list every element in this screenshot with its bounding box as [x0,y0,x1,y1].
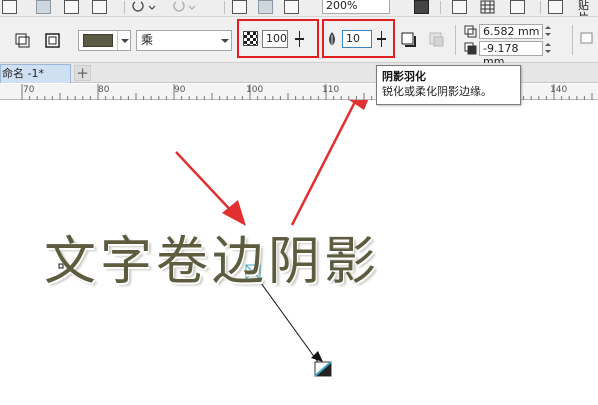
shadow-color-picker[interactable] [78,30,131,51]
redo-icon[interactable] [172,0,196,14]
document-tab[interactable]: 命名 -1* [0,64,71,83]
undo-icon[interactable] [132,0,156,14]
slider-icon[interactable] [377,31,387,47]
ruler-label: 140 [550,85,568,95]
position-x-field[interactable]: 6.582 mm [479,24,543,39]
shadow-color-swatch [83,34,113,47]
launcher-icon[interactable] [548,0,563,14]
tooltip-description: 锐化或柔化阴影边缘。 [382,85,492,98]
ruler-label: 110 [322,85,340,95]
toolbar-divider [540,1,541,14]
combine-icon[interactable] [92,0,107,14]
snap-icon[interactable] [452,0,467,14]
ruler-label: 100 [246,85,264,95]
toolbar-divider [224,1,225,14]
feather-edges-icon [428,31,446,49]
tooltip-title: 阴影羽化 [382,70,426,83]
merge-mode-select[interactable]: 乘 [136,30,232,51]
annotation-arrow [290,100,369,226]
toolbar-divider [124,1,125,14]
chevron-down-icon[interactable] [117,31,130,50]
paste-label[interactable]: 贴片 [578,0,598,16]
grid-icon[interactable] [480,0,495,14]
group-icon[interactable] [36,0,51,14]
guidelines-icon[interactable] [510,0,525,14]
export-down-icon[interactable] [232,0,247,14]
standard-toolbar: 200% 贴片 [0,0,598,17]
toolbar-divider [572,25,573,55]
feather-tooltip: 阴影羽化 锐化或柔化阴影边缘。 [376,65,521,105]
ruler-label: 70 [23,85,35,95]
export-up-icon[interactable] [258,0,273,14]
import-icon[interactable] [2,0,17,14]
chevron-down-icon[interactable] [218,31,231,50]
slider-icon[interactable] [295,31,305,47]
position-x-icon [464,25,478,39]
position-y-icon [464,42,478,56]
checker-icon [243,31,258,46]
add-tab-button[interactable]: + [74,65,91,81]
feather-field[interactable]: 10 [342,30,372,48]
canvas-text-object[interactable]: 文字卷边阴影 [44,232,380,292]
ruler-label: 90 [174,85,186,95]
ruler-label: 80 [98,85,110,95]
ungroup-icon[interactable] [64,0,79,14]
property-bar: 乘 100 10 6.582 mm -9.178 mm [0,17,598,68]
copy-shadow-icon[interactable] [580,31,594,45]
toolbar-divider [440,1,441,14]
merge-mode-value: 乘 [141,33,154,47]
position-y-field[interactable]: -9.178 mm [479,41,543,68]
drop-shadow-preset-icon[interactable] [14,32,32,50]
zoom-level-field[interactable]: 200% [322,0,390,14]
publish-icon[interactable] [284,0,299,14]
shadow-frame-icon[interactable] [44,32,62,50]
position-y-spinner[interactable] [544,41,554,56]
opacity-field[interactable]: 100 [262,30,288,48]
feather-icon [327,31,337,49]
shadow-end-handle[interactable] [314,361,332,377]
annotation-arrow [175,151,246,226]
position-x-spinner[interactable] [544,24,554,39]
full-screen-icon[interactable] [414,0,429,14]
feather-direction-icon[interactable] [400,31,418,49]
toolbar-divider [455,25,456,55]
